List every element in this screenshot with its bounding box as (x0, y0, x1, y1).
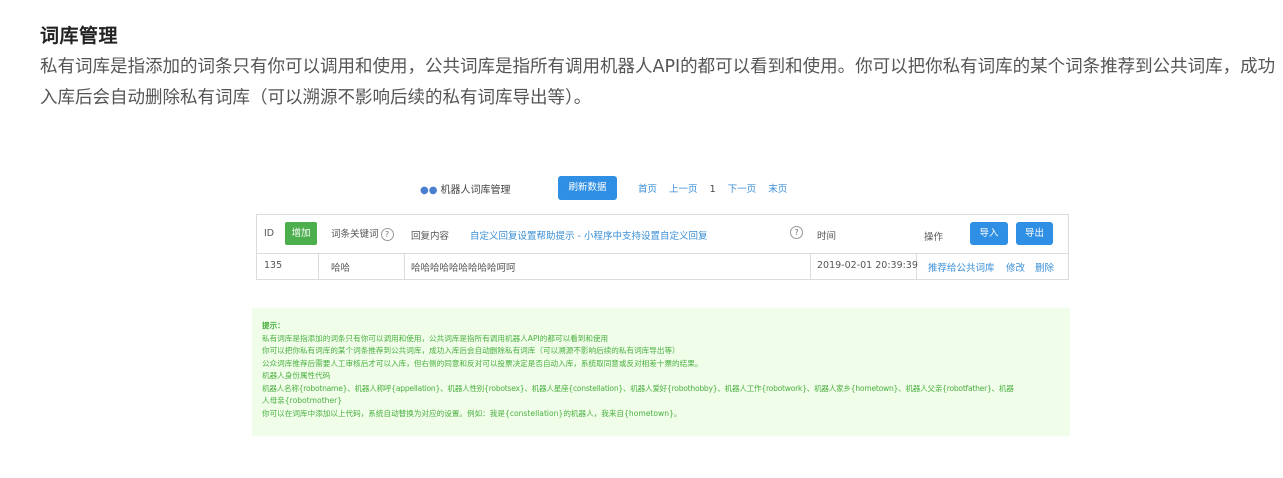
hint-line: 人母亲{robotmother} (262, 396, 343, 405)
page-title: ●● 机器人词库管理 (420, 181, 510, 196)
hint-line: 公众词库推荐后需要人工审核后才可以入库，但右侧的同意和反对可以投票决定是否自动入… (262, 358, 703, 368)
hint-line: 机器人身份属性代码 (262, 371, 331, 380)
page-next-link[interactable]: 下一页 (728, 184, 757, 195)
row-time: 2019-02-01 20:39:39 (817, 260, 918, 271)
help-icon[interactable]: ? (380, 228, 394, 241)
hint-line: 你可以在词库中添加以上代码，系统自动替换为对应的设置。例如：我是{constel… (262, 408, 682, 418)
doc-title: 词库管理 (40, 25, 119, 47)
col-ops: 操作 (924, 232, 944, 243)
add-button[interactable]: 增加 (285, 222, 317, 245)
page-title-text: 机器人词库管理 (440, 185, 511, 196)
recommend-link[interactable]: 推荐给公共词库 (928, 260, 995, 274)
hint-line: 私有词库是指添加的词条只有你可以调用和使用，公共词库是指所有调用机器人API的都… (262, 333, 609, 343)
word-table: ID 增加 词条关键词? 回复内容 自定义回复设置帮助提示 - 小程序中支持设置… (256, 214, 1069, 280)
hint-line: 提示： (262, 321, 285, 330)
hint-line: 你可以把你私有词库的某个词条推荐到公共词库，成功入库后会自动删除私有词库（可以溯… (262, 346, 680, 355)
row-reply: 哈哈哈哈哈哈哈哈哈呵呵 (411, 263, 516, 274)
users-icon: ●● (420, 185, 438, 196)
col-time: 时间 (817, 231, 837, 242)
table-header: ID 增加 词条关键词? 回复内容 自定义回复设置帮助提示 - 小程序中支持设置… (257, 215, 1068, 254)
doc-paragraph: 私有词库是指添加的词条只有你可以调用和使用，公共词库是指所有调用机器人API的都… (40, 57, 1276, 108)
hint-line: 机器人名称{robotname}、机器人称呼{appellation}、机器人性… (262, 383, 1014, 393)
page-current: 1 (709, 184, 716, 195)
reply-help-icon[interactable]: ? (788, 226, 803, 239)
col-reply: 回复内容 (411, 231, 450, 242)
col-keyword-label: 词条关键词 (331, 229, 379, 240)
edit-link[interactable]: 修改 (1006, 260, 1025, 274)
pagination: 首页 上一页 1 下一页 末页 (638, 181, 796, 195)
reply-help-link[interactable]: 自定义回复设置帮助提示 - 小程序中支持设置自定义回复 (470, 228, 707, 242)
page-prev-link[interactable]: 上一页 (669, 184, 698, 195)
table-row: 135 哈哈 哈哈哈哈哈哈哈哈哈呵呵 2019-02-01 20:39:39 推… (257, 253, 1068, 279)
row-id: 135 (264, 260, 283, 271)
embedded-screenshot: ●● 机器人词库管理 刷新数据 首页 上一页 1 下一页 末页 ID 增加 词条关… (252, 170, 1072, 440)
page-first-link[interactable]: 首页 (638, 184, 657, 195)
refresh-button[interactable]: 刷新数据 (558, 176, 617, 200)
question-icon[interactable]: ? (790, 226, 803, 239)
row-keyword: 哈哈 (331, 263, 351, 274)
page-last-link[interactable]: 末页 (768, 184, 787, 195)
toolbar: ●● 机器人词库管理 刷新数据 首页 上一页 1 下一页 末页 (252, 170, 1072, 206)
delete-link[interactable]: 删除 (1035, 260, 1054, 274)
col-id: ID (264, 228, 275, 239)
import-button[interactable]: 导入 (970, 222, 1008, 245)
hint-box: 提示： 私有词库是指添加的词条只有你可以调用和使用，公共词库是指所有调用机器人A… (252, 308, 1070, 436)
export-button[interactable]: 导出 (1016, 222, 1053, 245)
col-keyword: 词条关键词? (331, 226, 394, 241)
